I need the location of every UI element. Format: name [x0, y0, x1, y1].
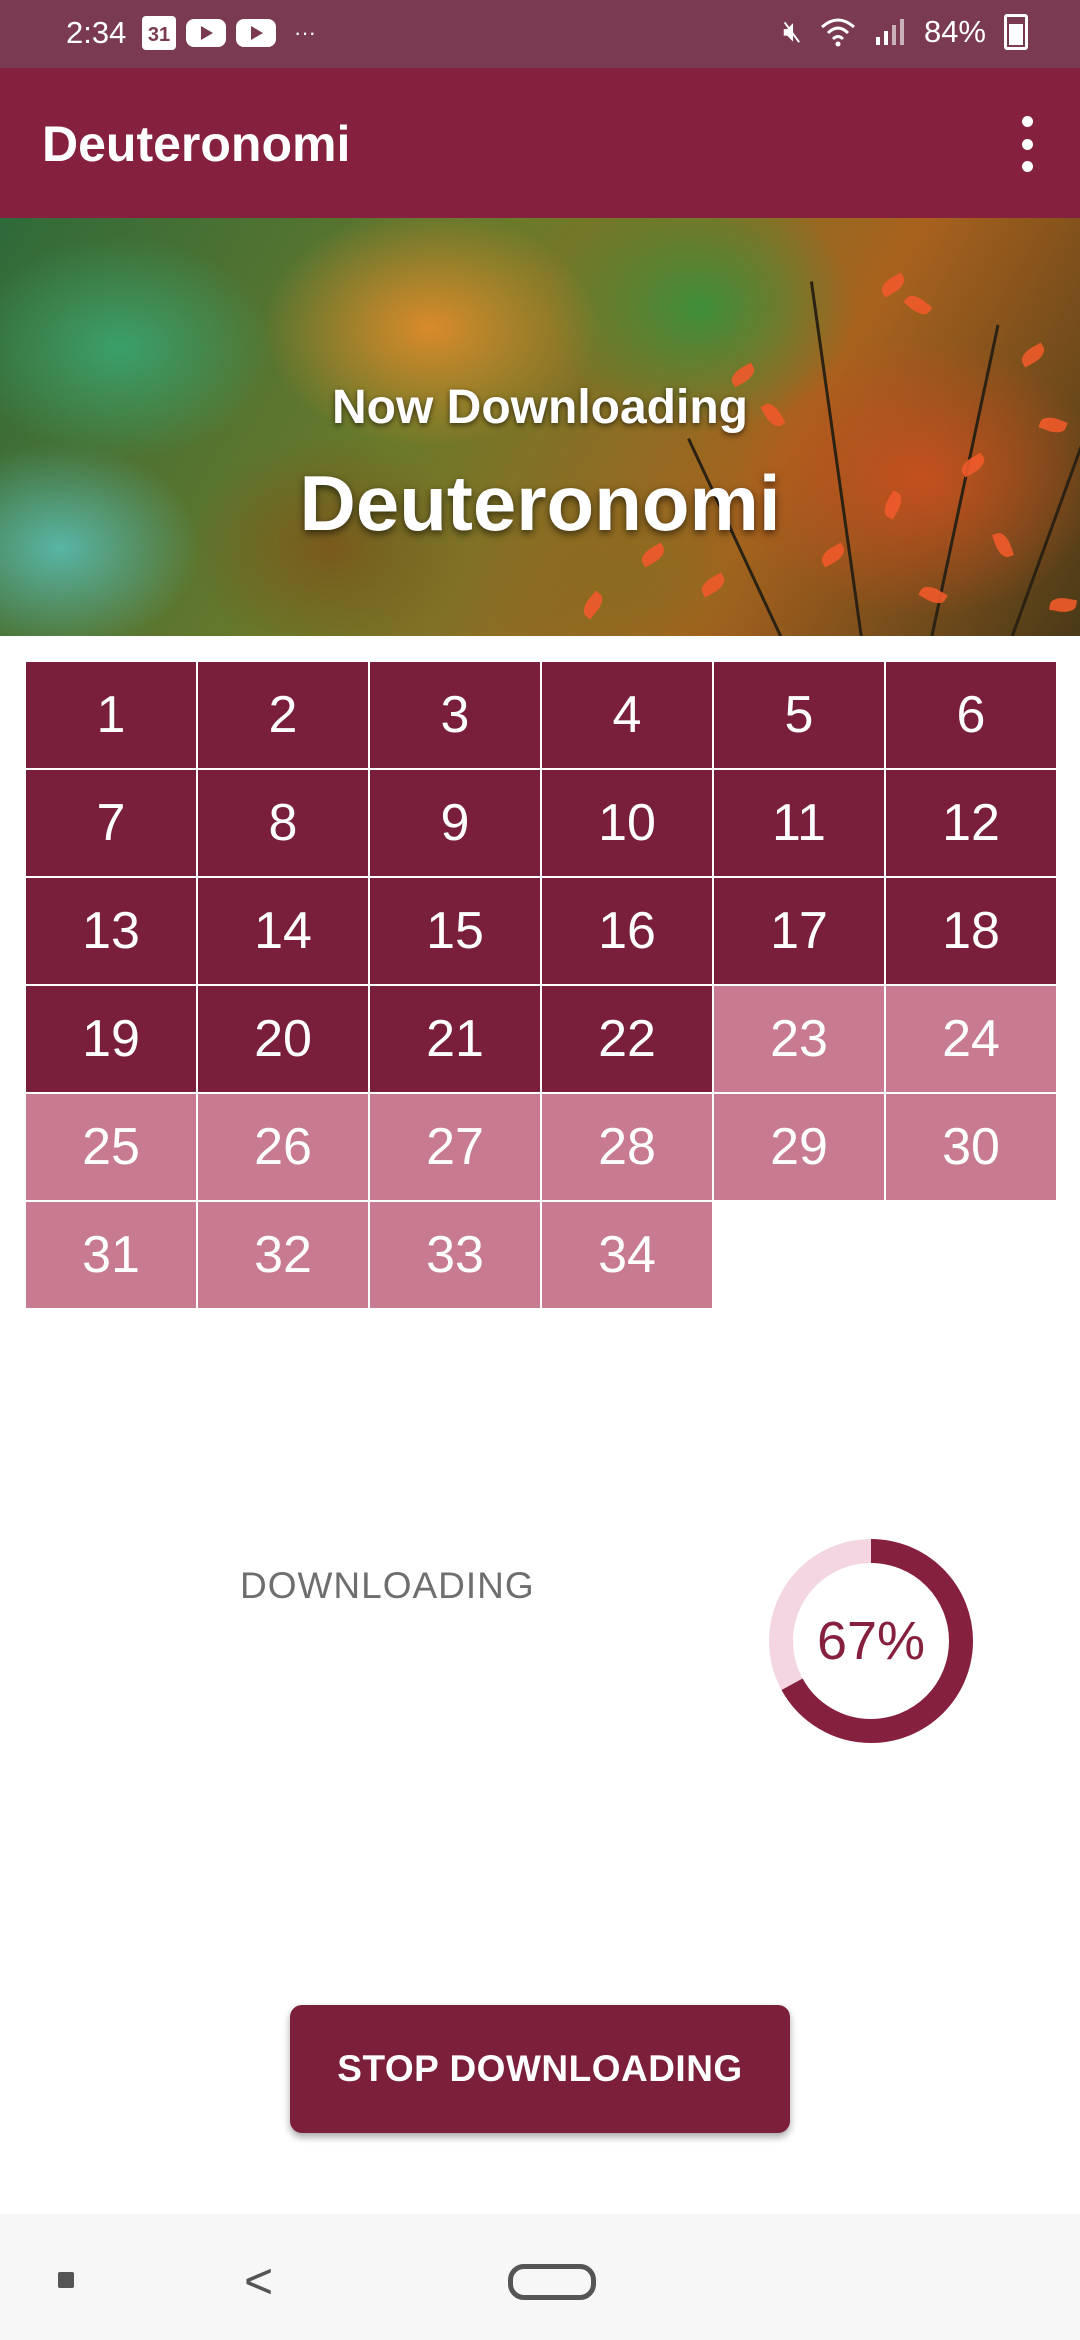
chapter-cell[interactable]: 16 — [542, 878, 712, 984]
wifi-icon — [820, 18, 855, 47]
stop-downloading-button[interactable]: STOP DOWNLOADING — [290, 2005, 790, 2133]
chapter-cell[interactable]: 19 — [26, 986, 196, 1092]
battery-percent: 84% — [923, 14, 986, 49]
chapter-cell[interactable]: 3 — [370, 662, 540, 768]
navigation-bar: < — [0, 2214, 1080, 2340]
chapter-cell[interactable]: 11 — [714, 770, 884, 876]
chapter-cell[interactable]: 5 — [714, 662, 884, 768]
youtube-icon — [186, 19, 226, 47]
banner-title: Deuteronomi — [299, 459, 781, 547]
chapter-cell[interactable]: 26 — [198, 1094, 368, 1200]
chapter-cell[interactable]: 20 — [198, 986, 368, 1092]
more-vert-icon[interactable] — [1012, 116, 1042, 172]
system-icons: 🔇︎ 84% — [783, 14, 1028, 50]
mute-icon: 🔇︎ — [783, 15, 802, 48]
chapter-cell[interactable]: 4 — [542, 662, 712, 768]
chapter-cell[interactable]: 34 — [542, 1202, 712, 1308]
chapter-cell[interactable]: 18 — [886, 878, 1056, 984]
chapter-grid: 1 2 3 4 5 6 7 8 9 10 11 12 13 14 15 16 17 18 19 20 21 22 23 24 2… — [26, 662, 1056, 1308]
chapter-cell[interactable]: 32 — [198, 1202, 368, 1308]
progress-percent: 67% — [816, 1611, 926, 1671]
chapter-cell[interactable]: 29 — [714, 1094, 884, 1200]
chapter-cell[interactable]: 10 — [542, 770, 712, 876]
chapter-cell[interactable]: 9 — [370, 770, 540, 876]
chapter-cell[interactable]: 33 — [370, 1202, 540, 1308]
chapter-cell[interactable]: 1 — [26, 662, 196, 768]
more-notifications-icon: ··· — [294, 20, 316, 45]
signal-icon — [875, 19, 904, 45]
recent-apps-icon[interactable] — [58, 2272, 74, 2288]
download-status-label: DOWNLOADING — [240, 1565, 535, 1606]
app-bar: Deuteronomi — [0, 68, 1080, 218]
chapter-cell[interactable]: 13 — [26, 878, 196, 984]
chapter-cell[interactable]: 8 — [198, 770, 368, 876]
notification-icons: 31 ··· — [142, 16, 316, 50]
chapter-cell[interactable]: 27 — [370, 1094, 540, 1200]
battery-icon — [1004, 14, 1028, 50]
chapter-cell[interactable]: 22 — [542, 986, 712, 1092]
chapter-cell[interactable]: 23 — [714, 986, 884, 1092]
chapter-cell[interactable]: 24 — [886, 986, 1056, 1092]
status-bar: 2:34 31 ··· 🔇︎ 84% — [0, 0, 1080, 68]
chapter-cell[interactable]: 7 — [26, 770, 196, 876]
chapter-cell[interactable]: 31 — [26, 1202, 196, 1308]
chapter-cell[interactable]: 17 — [714, 878, 884, 984]
app-title: Deuteronomi — [42, 116, 351, 172]
chapter-cell[interactable]: 30 — [886, 1094, 1056, 1200]
chapter-cell[interactable]: 6 — [886, 662, 1056, 768]
calendar-icon: 31 — [142, 16, 176, 50]
status-time: 2:34 — [66, 15, 127, 50]
chapter-cell[interactable]: 15 — [370, 878, 540, 984]
banner-subtitle: Now Downloading — [332, 381, 748, 434]
home-icon[interactable] — [508, 2264, 596, 2300]
back-icon[interactable]: < — [244, 2256, 273, 2306]
youtube-icon — [236, 19, 276, 47]
chapter-cell[interactable]: 2 — [198, 662, 368, 768]
chapter-cell[interactable]: 12 — [886, 770, 1056, 876]
chapter-cell[interactable]: 28 — [542, 1094, 712, 1200]
chapter-cell[interactable]: 14 — [198, 878, 368, 984]
chapter-cell[interactable]: 21 — [370, 986, 540, 1092]
chapter-cell[interactable]: 25 — [26, 1094, 196, 1200]
header-banner: Now Downloading Deuteronomi — [0, 218, 1080, 636]
